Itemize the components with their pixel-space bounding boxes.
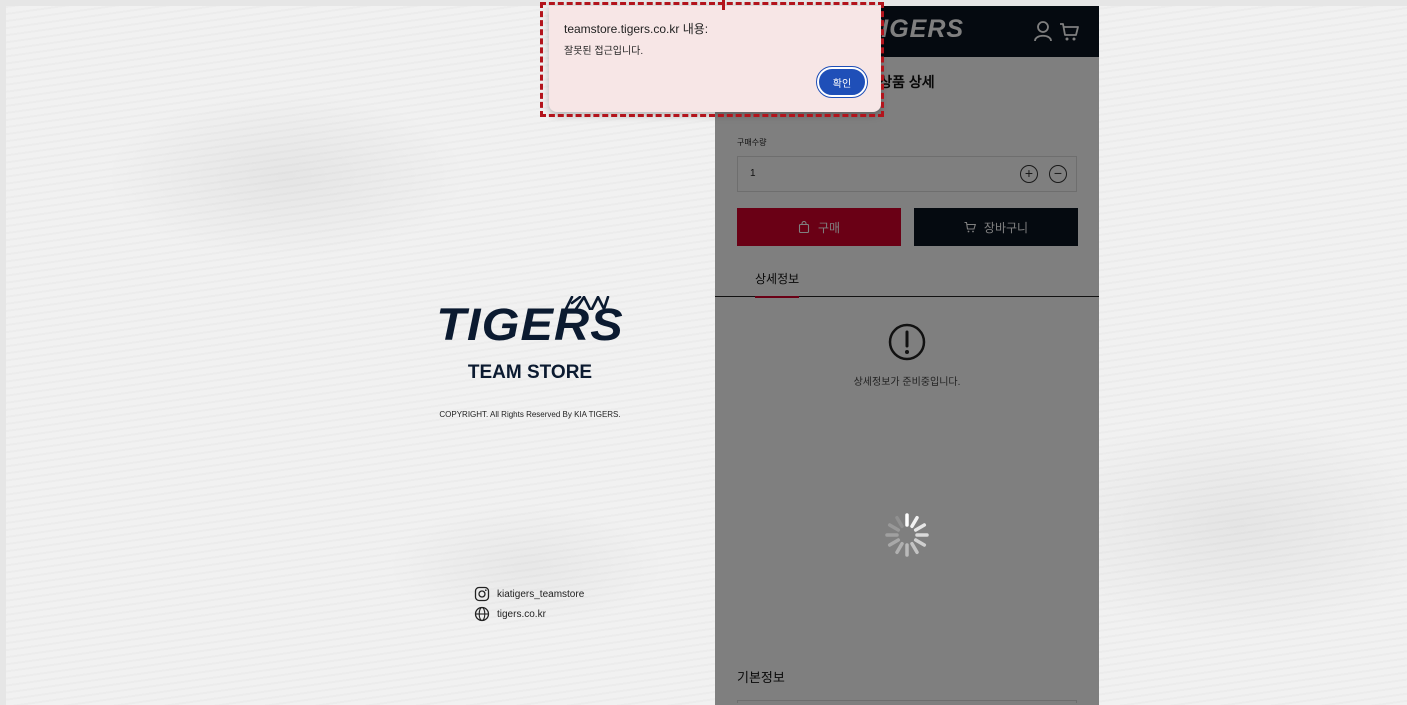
- instagram-icon: [474, 586, 490, 602]
- instagram-handle: kiatigers_teamstore: [497, 588, 585, 600]
- brand-logo-text: TIGERS: [436, 299, 624, 350]
- team-store-title: TEAM STORE: [467, 362, 593, 383]
- website-url: tigers.co.kr: [497, 608, 546, 620]
- website-link[interactable]: tigers.co.kr: [474, 604, 584, 624]
- highlight-marker: [722, 0, 725, 10]
- brand-block: TIGERS TEAM STORE COPYRIGHT. All Rights …: [420, 296, 640, 419]
- social-links: kiatigers_teamstore tigers.co.kr: [474, 584, 584, 624]
- instagram-link[interactable]: kiatigers_teamstore: [474, 584, 584, 604]
- globe-icon: [474, 606, 490, 622]
- copyright-text: COPYRIGHT. All Rights Reserved By KIA TI…: [439, 410, 621, 419]
- dialog-highlight-frame: [540, 2, 884, 117]
- loading-spinner-icon: [885, 513, 929, 557]
- tigers-logo: TIGERS: [420, 296, 640, 354]
